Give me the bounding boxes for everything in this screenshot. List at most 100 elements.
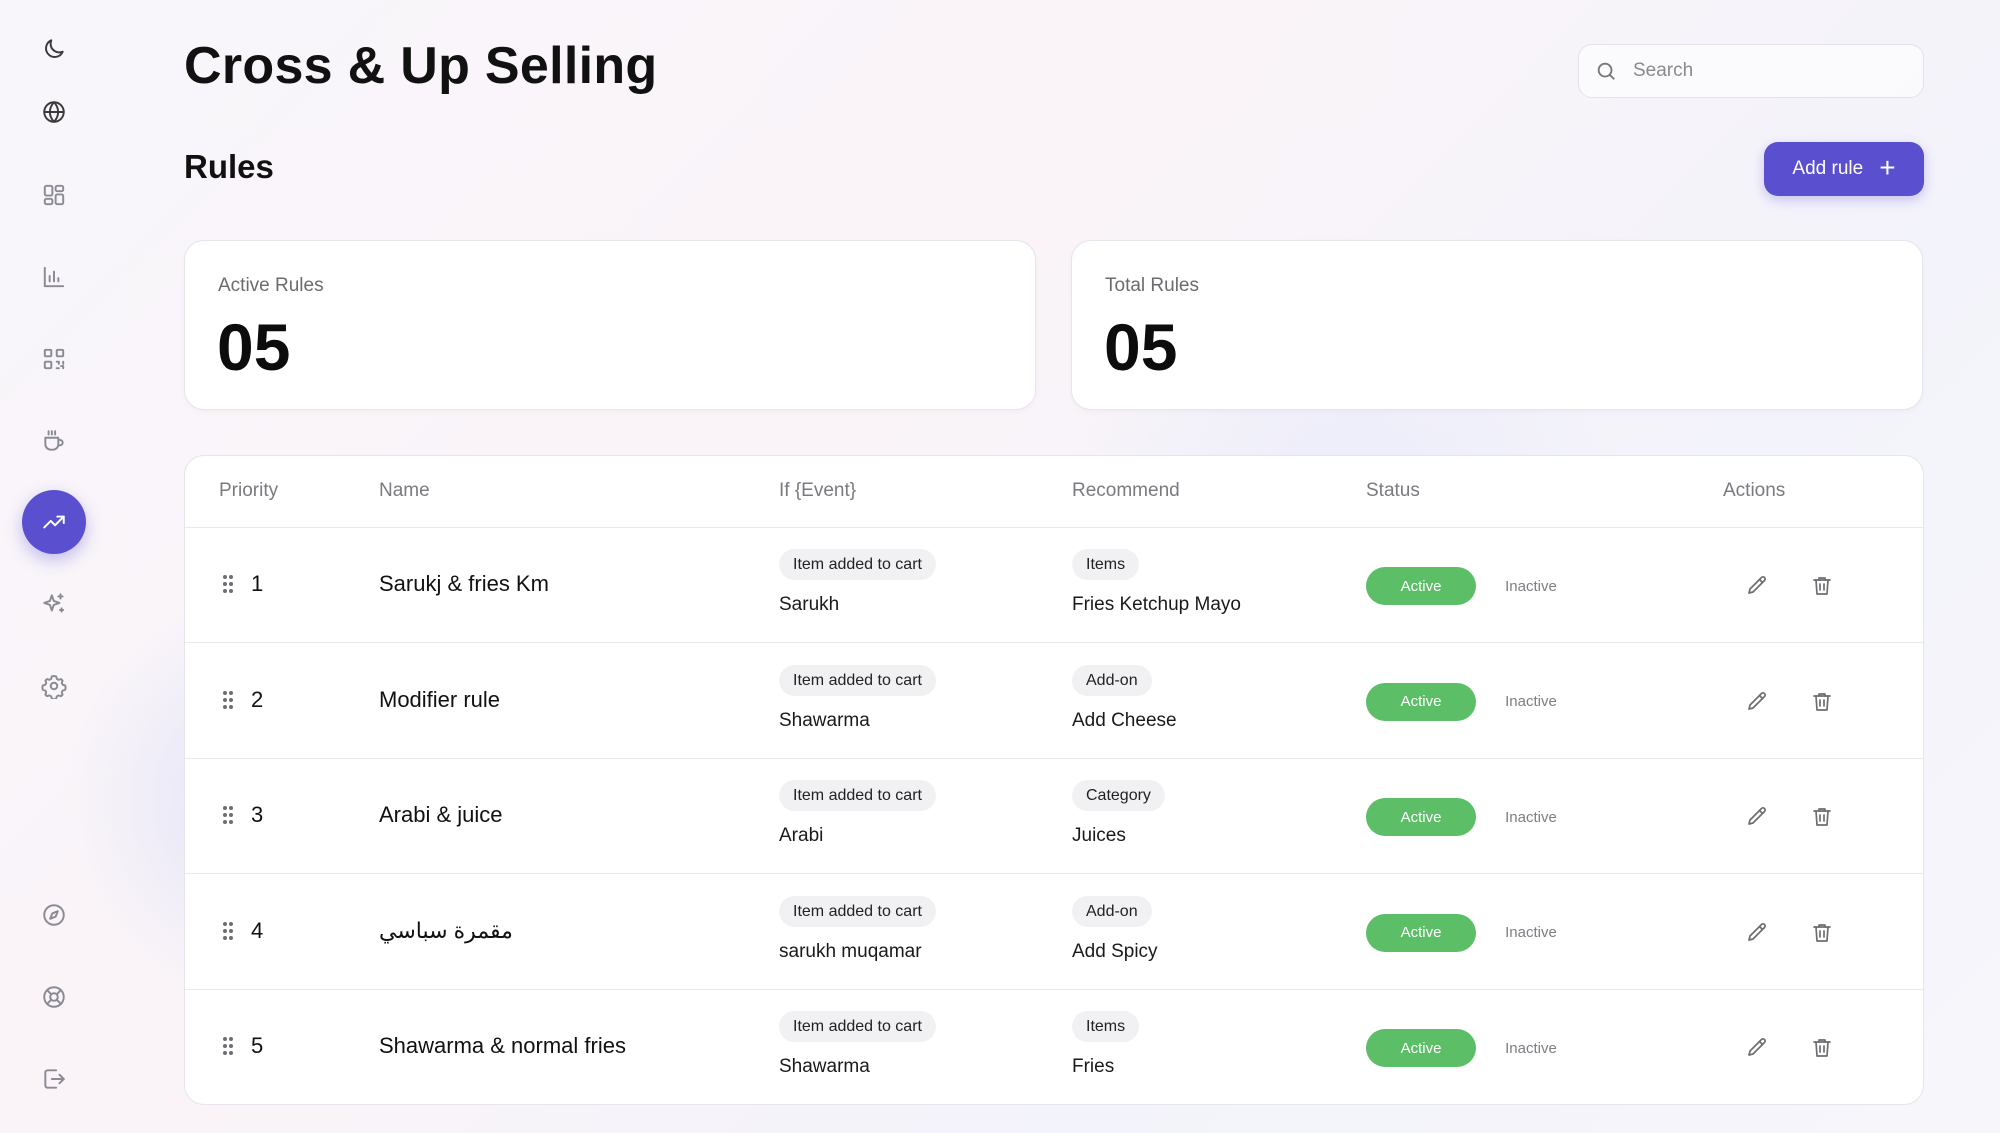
status-inactive-toggle[interactable]: Inactive (1476, 1029, 1586, 1067)
stat-label: Active Rules (218, 275, 324, 296)
recommend-type-chip: Items (1072, 1011, 1140, 1042)
stat-card-total-rules: Total Rules 05 (1071, 240, 1923, 410)
logout-icon (44, 1069, 65, 1089)
row-priority: 2 (251, 686, 264, 712)
compass-icon (43, 904, 65, 926)
column-header-priority: Priority (219, 480, 279, 501)
drag-handle-icon[interactable] (223, 921, 233, 942)
page-title: Cross & Up Selling (184, 37, 658, 95)
sparkles-icon (43, 593, 65, 613)
row-priority: 3 (251, 802, 264, 827)
status-active-toggle[interactable]: Active (1366, 798, 1476, 836)
trash-icon (1813, 1039, 1831, 1057)
sidebar-item-dashboard[interactable] (22, 163, 86, 227)
status-active-toggle[interactable]: Active (1366, 913, 1476, 952)
row-name: Shawarma & normal fries (379, 1033, 626, 1058)
moon-icon (45, 39, 64, 58)
sidebar-item-cross-up-selling[interactable] (22, 490, 86, 554)
edit-button[interactable] (1740, 569, 1774, 603)
edit-button[interactable] (1740, 1031, 1774, 1065)
search-icon (1597, 62, 1615, 80)
language-button[interactable] (22, 80, 86, 144)
event-item: sarukh muqamar (779, 940, 922, 962)
edit-button[interactable] (1740, 916, 1774, 950)
trash-icon (1813, 808, 1831, 826)
drag-handle-icon[interactable] (223, 1037, 233, 1057)
table-row: 5 Shawarma & normal fries Item added to … (185, 990, 1923, 1104)
event-chip: Item added to cart (779, 1011, 936, 1042)
status-active-toggle[interactable]: Active (1366, 567, 1476, 605)
status-active-toggle[interactable]: Active (1366, 682, 1476, 721)
event-item: Sarukh (779, 594, 840, 615)
support-icon (43, 986, 65, 1008)
table-row: 4 مقمرة سباسي Item added to cart sarukh … (185, 875, 1923, 990)
sidebar-item-support[interactable] (22, 965, 86, 1029)
status-inactive-toggle[interactable]: Inactive (1476, 798, 1586, 836)
sidebar-item-explore[interactable] (22, 883, 86, 947)
stat-card-active-rules: Active Rules 05 (184, 240, 1036, 410)
pencil-icon (1748, 576, 1766, 594)
recommend-value: Fries (1072, 1056, 1115, 1077)
event-item: Shawarma (779, 1056, 870, 1077)
recommend-type-chip: Add-on (1072, 895, 1152, 927)
delete-button[interactable] (1805, 1031, 1839, 1065)
row-priority: 4 (251, 917, 264, 943)
sidebar-item-ai[interactable] (22, 572, 86, 636)
status-inactive-toggle[interactable]: Inactive (1476, 914, 1586, 952)
drag-handle-icon[interactable] (223, 575, 233, 595)
pencil-icon (1748, 691, 1766, 710)
row-priority: 1 (251, 571, 264, 596)
recommend-type-chip: Category (1072, 780, 1165, 811)
theme-toggle-button[interactable] (22, 17, 86, 81)
event-chip: Item added to cart (779, 664, 936, 696)
row-name: مقمرة سباسي (379, 917, 513, 943)
sidebar-item-analytics[interactable] (22, 245, 86, 309)
event-chip: Item added to cart (779, 780, 936, 811)
row-name: Arabi & juice (379, 802, 503, 827)
search-box[interactable] (1578, 44, 1924, 98)
recommend-value: Fries Ketchup Mayo (1072, 594, 1241, 615)
recommend-value: Add Cheese (1072, 709, 1177, 731)
delete-button[interactable] (1805, 800, 1839, 834)
row-name: Sarukj & fries Km (379, 571, 549, 596)
table-row: 3 Arabi & juice Item added to cart Arabi… (185, 759, 1923, 874)
delete-button[interactable] (1805, 916, 1839, 950)
event-chip: Item added to cart (779, 895, 936, 927)
drag-handle-icon[interactable] (223, 690, 233, 711)
column-header-name: Name (379, 480, 430, 501)
sidebar-item-menu[interactable] (22, 409, 86, 473)
stat-value: 05 (217, 310, 291, 384)
trending-up-icon (43, 515, 65, 529)
status-active-toggle[interactable]: Active (1366, 1029, 1476, 1067)
search-input[interactable] (1633, 60, 1903, 82)
delete-button[interactable] (1805, 685, 1839, 719)
drag-handle-icon[interactable] (223, 806, 233, 826)
sidebar-item-settings[interactable] (22, 654, 86, 718)
recommend-value: Juices (1072, 825, 1126, 846)
sidebar (0, 0, 108, 1133)
table-header: Priority Name If {Event} Recommend Statu… (185, 456, 1923, 528)
edit-button[interactable] (1740, 800, 1774, 834)
edit-button[interactable] (1740, 685, 1774, 719)
rules-table: Priority Name If {Event} Recommend Statu… (184, 455, 1924, 1105)
qr-code-icon (43, 348, 65, 370)
sidebar-item-qr-menu[interactable] (22, 327, 86, 391)
section-title: Rules (184, 148, 274, 185)
pencil-icon (1748, 922, 1766, 941)
recommend-value: Add Spicy (1072, 940, 1158, 962)
recommend-type-chip: Items (1072, 549, 1140, 580)
status-inactive-toggle[interactable]: Inactive (1476, 567, 1586, 605)
delete-button[interactable] (1805, 569, 1839, 603)
add-rule-button[interactable]: Add rule + (1764, 142, 1924, 196)
stat-value: 05 (1104, 310, 1178, 384)
settings-icon (41, 675, 67, 699)
status-inactive-toggle[interactable]: Inactive (1476, 683, 1586, 721)
row-priority: 5 (251, 1033, 264, 1058)
table-row: 2 Modifier rule Item added to cart Shawa… (185, 644, 1923, 759)
globe-icon (43, 101, 65, 123)
logout-button[interactable] (22, 1047, 86, 1111)
stat-label: Total Rules (1105, 275, 1199, 296)
add-rule-label: Add rule (1792, 158, 1864, 179)
column-header-event: If {Event} (779, 480, 857, 501)
column-header-recommend: Recommend (1072, 480, 1180, 501)
